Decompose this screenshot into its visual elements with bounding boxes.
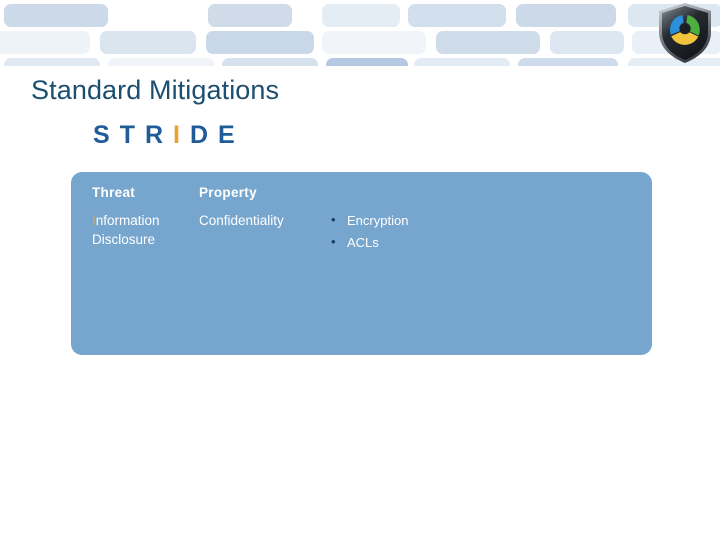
header-brick [206,31,314,54]
column-header-property: Property [199,185,257,200]
header-brick [0,31,90,54]
mitigation-item: Encryption [329,211,629,230]
mitigations-panel: Threat Property Information Disclosure Co… [71,172,652,355]
header-brick [322,31,426,54]
stride-letter-e: E [218,121,236,149]
header-brick [550,31,624,54]
header-brick [4,58,100,66]
header-brick [436,31,540,54]
security-shield-icon [656,2,714,64]
threat-name-line2: Disclosure [92,231,156,247]
header-brick [326,58,408,66]
cell-threat: Information Disclosure [92,212,200,249]
stride-letter-t: T [119,121,136,149]
header-banner [0,0,720,66]
cell-mitigations: Encryption ACLs [329,211,629,256]
stride-letter-s: S [93,121,111,149]
header-brick [518,58,618,66]
stride-letter-i: I [173,121,181,149]
column-header-threat: Threat [92,185,136,200]
mitigation-list: Encryption ACLs [329,211,629,252]
header-brick [414,58,510,66]
stride-letter-r: R [144,121,165,149]
header-brick [4,4,108,27]
threat-name-rest: nformation [95,213,160,228]
header-brick [208,4,292,27]
header-brick [100,31,196,54]
header-brick [108,58,214,66]
header-brick [322,4,400,27]
header-brick [516,4,616,27]
mitigation-item: ACLs [329,233,629,252]
cell-property: Confidentiality [199,213,284,228]
page-title: Standard Mitigations [31,75,280,105]
header-brick [408,4,506,27]
header-brick [222,58,318,66]
stride-acronym: STRIDE [93,121,236,150]
stride-letter-d: D [189,121,210,149]
